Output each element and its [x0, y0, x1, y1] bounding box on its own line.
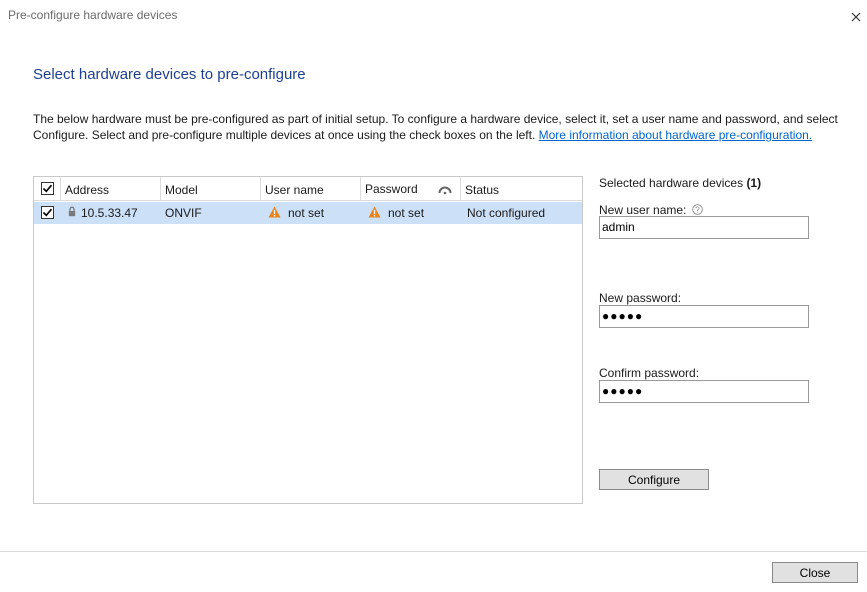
- selected-devices-count: (1): [746, 176, 762, 190]
- close-button[interactable]: Close: [772, 562, 858, 583]
- row-username: not set: [288, 206, 325, 220]
- window-title: Pre-configure hardware devices: [8, 8, 178, 22]
- hardware-grid: Address Model User name Password Status …: [33, 176, 583, 504]
- row-address: 10.5.33.47: [81, 206, 138, 220]
- column-username[interactable]: User name: [261, 177, 361, 201]
- username-field[interactable]: admin: [599, 216, 809, 239]
- selected-devices-label: Selected hardware devices: [599, 176, 744, 190]
- column-password-label: Password: [365, 182, 418, 196]
- password-field[interactable]: ●●●●●: [599, 305, 809, 328]
- warning-icon: [368, 206, 381, 221]
- configure-button[interactable]: Configure: [599, 469, 709, 490]
- column-password[interactable]: Password: [361, 177, 461, 201]
- password-label: New password:: [599, 291, 682, 305]
- row-password: not set: [388, 206, 425, 220]
- svg-text:?: ?: [695, 205, 700, 214]
- show-password-icon[interactable]: [438, 183, 452, 198]
- column-address-label: Address: [65, 183, 110, 197]
- column-status[interactable]: Status: [461, 177, 582, 201]
- warning-icon: [268, 206, 281, 221]
- column-status-label: Status: [465, 183, 500, 197]
- column-username-label: User name: [265, 183, 324, 197]
- description-line-2: Configure. Select and pre-configure mult…: [33, 128, 536, 142]
- table-row[interactable]: 10.5.33.47 ONVIF not set not set Not con…: [34, 202, 582, 224]
- username-label-text: New user name:: [599, 203, 687, 217]
- window-close-icon[interactable]: [845, 6, 867, 28]
- row-checkbox[interactable]: [41, 206, 54, 219]
- row-model: ONVIF: [165, 206, 202, 220]
- description: The below hardware must be pre-configure…: [33, 111, 843, 143]
- page-title: Select hardware devices to pre-configure: [33, 66, 306, 83]
- description-line-1: The below hardware must be pre-configure…: [33, 112, 838, 126]
- column-model[interactable]: Model: [161, 177, 261, 201]
- selected-devices-header: Selected hardware devices (1): [599, 176, 761, 190]
- header-checkbox-cell: [34, 177, 61, 201]
- confirm-password-field[interactable]: ●●●●●: [599, 380, 809, 403]
- confirm-password-label: Confirm password:: [599, 366, 700, 380]
- column-model-label: Model: [165, 183, 198, 197]
- title-bar: Pre-configure hardware devices: [0, 0, 867, 32]
- grid-header: Address Model User name Password Status: [34, 177, 582, 201]
- lock-icon: [68, 206, 76, 220]
- select-all-checkbox[interactable]: [41, 182, 54, 195]
- more-info-link[interactable]: More information about hardware pre-conf…: [539, 128, 812, 142]
- row-status: Not configured: [467, 206, 546, 220]
- column-address[interactable]: Address: [61, 177, 161, 201]
- footer-divider: [0, 551, 867, 552]
